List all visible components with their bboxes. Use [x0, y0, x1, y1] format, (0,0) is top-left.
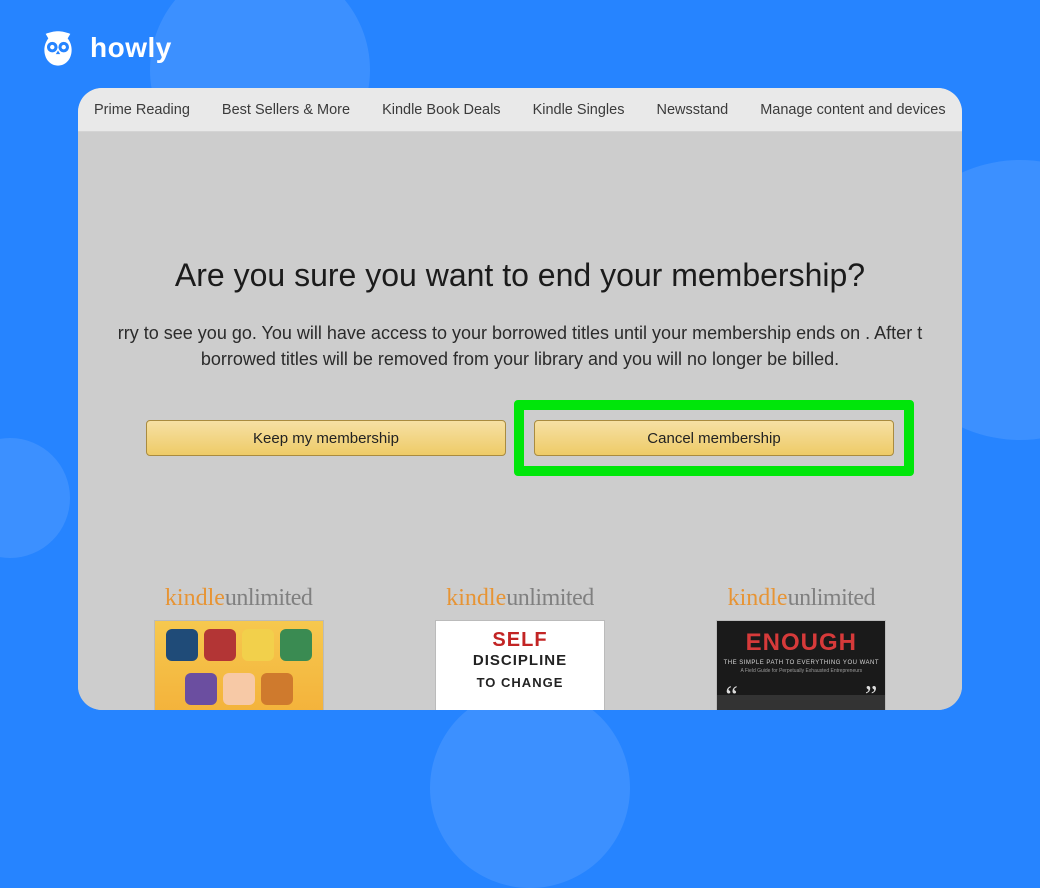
book-cover: ENOUGH THE SIMPLE PATH TO EVERYTHING YOU…: [716, 620, 886, 710]
dialog-buttons: Keep my membership Cancel membership: [78, 420, 962, 456]
dialog-body: rry to see you go. You will have access …: [78, 320, 962, 372]
ku-logo: kindleunlimited: [124, 585, 354, 612]
brand-name: howly: [90, 32, 172, 64]
decor-circle: [0, 438, 70, 558]
book-cover: SELF DISCIPLINE TO CHANGE: [435, 620, 605, 710]
owl-icon: [36, 26, 80, 70]
quote-icon: “: [725, 681, 737, 710]
quote-icon: ”: [865, 681, 877, 710]
ku-logo: kindleunlimited: [686, 585, 916, 612]
nav-item[interactable]: Kindle Book Deals: [366, 102, 517, 118]
ku-logo: kindleunlimited: [405, 585, 635, 612]
nav-item[interactable]: Manage content and devices: [744, 102, 961, 118]
dialog-overlay: Are you sure you want to end your member…: [78, 132, 962, 710]
ku-card[interactable]: kindleunlimited: [124, 585, 354, 710]
annotation-highlight: Cancel membership: [514, 400, 914, 476]
ku-card[interactable]: kindleunlimited ENOUGH THE SIMPLE PATH T…: [686, 585, 916, 710]
book-cover: [154, 620, 324, 710]
ku-card[interactable]: kindleunlimited SELF DISCIPLINE TO CHANG…: [405, 585, 635, 710]
top-nav: Prime Reading Best Sellers & More Kindle…: [78, 88, 962, 132]
nav-item[interactable]: Newsstand: [640, 102, 744, 118]
brand-logo: howly: [36, 26, 172, 70]
nav-item[interactable]: Best Sellers & More: [206, 102, 366, 118]
nav-item[interactable]: Kindle Singles: [517, 102, 641, 118]
cancel-membership-button[interactable]: Cancel membership: [534, 420, 894, 456]
keep-membership-button[interactable]: Keep my membership: [146, 420, 506, 456]
dialog-title: Are you sure you want to end your member…: [78, 257, 962, 294]
decor-circle: [430, 688, 630, 888]
kindle-unlimited-row: kindleunlimited kindleunlimited SELF DIS…: [78, 585, 962, 710]
nav-item[interactable]: Prime Reading: [78, 102, 206, 118]
screenshot-frame: Prime Reading Best Sellers & More Kindle…: [78, 88, 962, 710]
